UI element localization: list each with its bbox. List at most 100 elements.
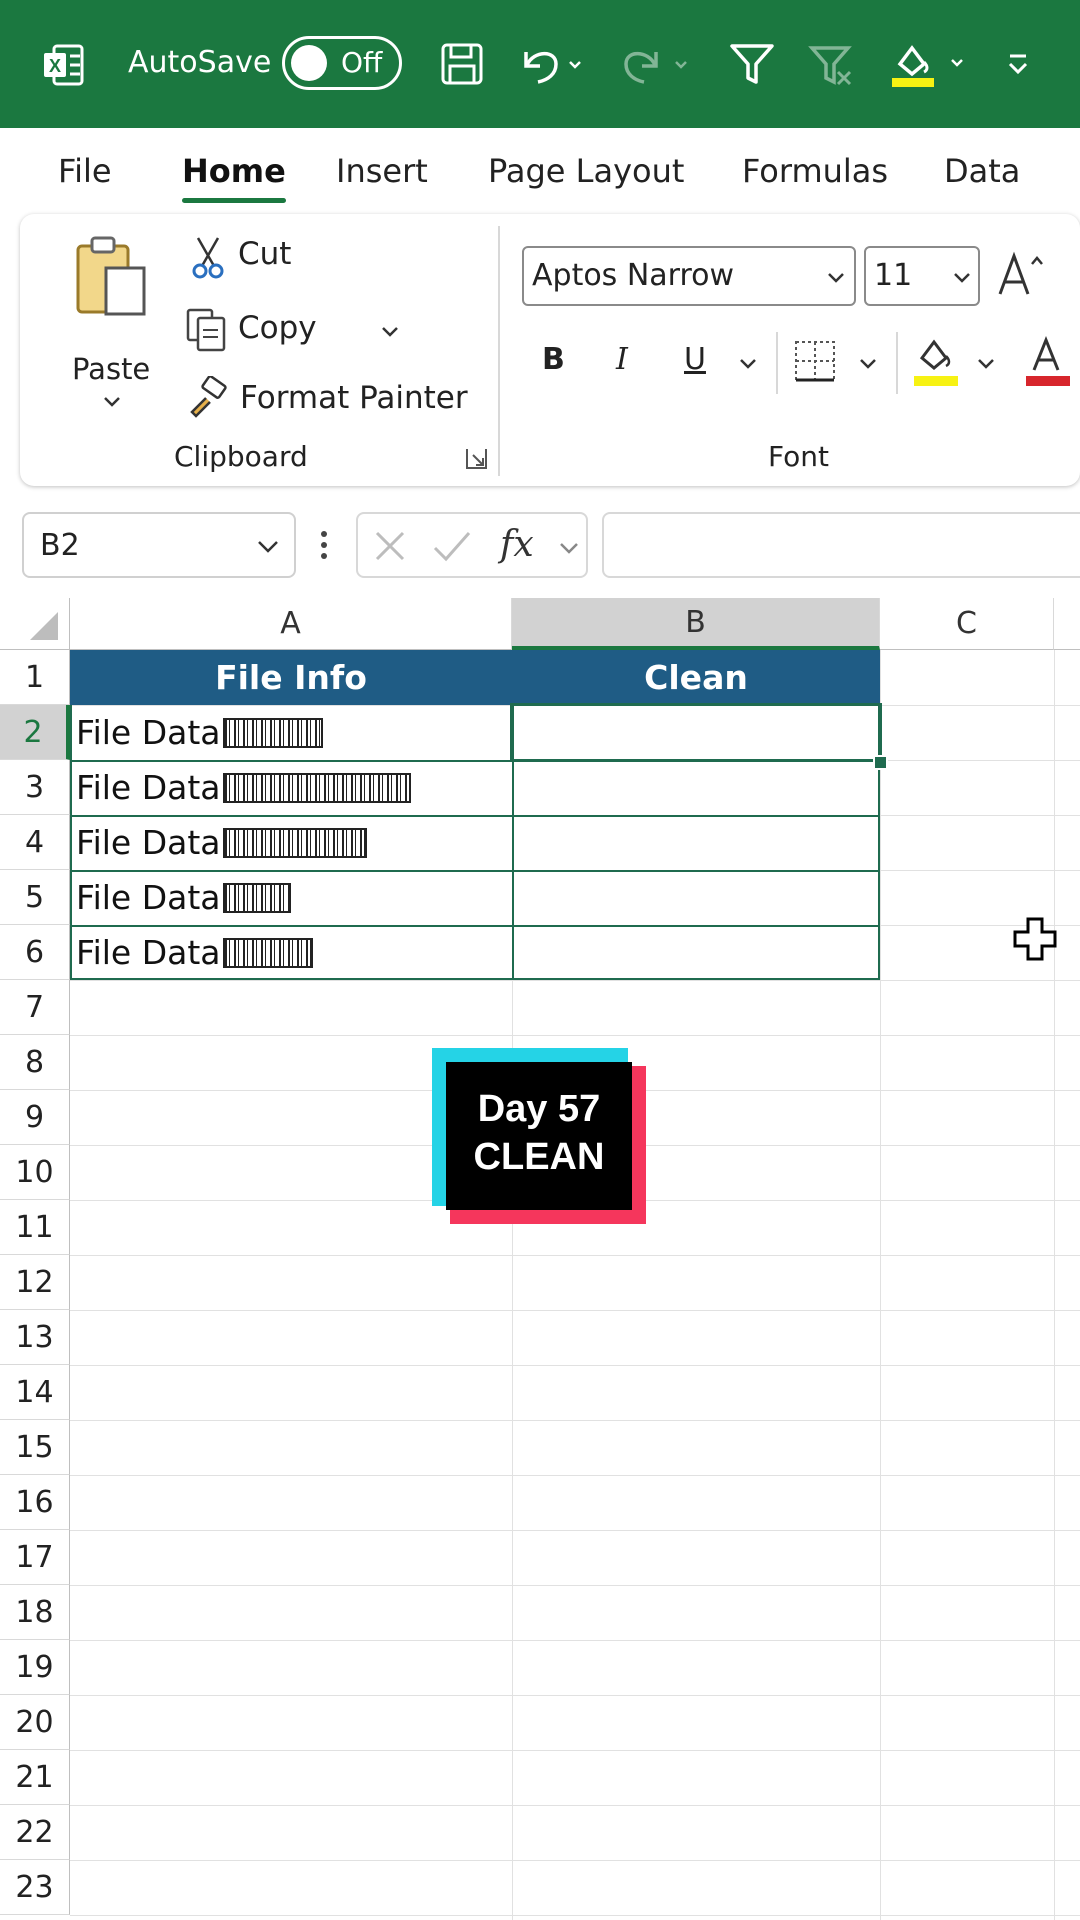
excel-logo-icon[interactable]: X bbox=[40, 42, 86, 88]
table-row[interactable]: File Data bbox=[70, 925, 512, 980]
increase-font-size-icon[interactable] bbox=[996, 250, 1046, 304]
fill-color-quick-icon[interactable] bbox=[888, 38, 978, 94]
select-all-corner[interactable] bbox=[0, 598, 70, 650]
formula-bar-options-icon[interactable] bbox=[320, 530, 328, 560]
redo-icon[interactable] bbox=[622, 40, 692, 90]
font-size-dropdown[interactable]: 11 bbox=[864, 246, 980, 306]
row-header[interactable]: 1 bbox=[0, 650, 70, 705]
clipboard-launcher-icon[interactable] bbox=[464, 446, 490, 476]
row-header[interactable]: 10 bbox=[0, 1145, 70, 1200]
row-header[interactable]: 22 bbox=[0, 1805, 70, 1860]
tab-home[interactable]: Home bbox=[182, 152, 286, 190]
row-header[interactable]: 3 bbox=[0, 760, 70, 815]
font-group-label: Font bbox=[768, 440, 829, 473]
copy-label: Copy bbox=[238, 310, 317, 346]
row-header[interactable]: 23 bbox=[0, 1860, 70, 1915]
format-painter-button[interactable]: Format Painter bbox=[184, 376, 484, 426]
row-header[interactable]: 4 bbox=[0, 815, 70, 870]
table-row[interactable]: File Data bbox=[70, 870, 512, 925]
tab-formulas[interactable]: Formulas bbox=[742, 152, 888, 190]
borders-dropdown-icon[interactable] bbox=[858, 356, 878, 372]
font-color-icon[interactable] bbox=[1024, 334, 1074, 392]
table-row[interactable]: File Data bbox=[70, 760, 512, 815]
filter-icon[interactable] bbox=[728, 40, 776, 92]
cell-b1-header[interactable]: Clean bbox=[512, 650, 880, 705]
paste-icon bbox=[76, 236, 146, 316]
bold-button[interactable]: B bbox=[542, 342, 565, 377]
row-header[interactable]: 19 bbox=[0, 1640, 70, 1695]
fill-color-dropdown-icon[interactable] bbox=[976, 356, 996, 372]
row-header[interactable]: 12 bbox=[0, 1255, 70, 1310]
cell-cursor-icon bbox=[1012, 916, 1058, 966]
tab-data[interactable]: Data bbox=[944, 152, 1020, 190]
row-header[interactable]: 13 bbox=[0, 1310, 70, 1365]
customize-toolbar-icon[interactable] bbox=[1006, 50, 1030, 82]
clear-filter-icon[interactable] bbox=[808, 42, 856, 94]
gridline bbox=[880, 650, 881, 1920]
cell-a1-header[interactable]: File Info bbox=[70, 650, 512, 705]
copy-dropdown-icon[interactable] bbox=[380, 324, 400, 340]
cell-a2: File Data bbox=[76, 713, 221, 752]
gridline bbox=[70, 1035, 1080, 1036]
row-header[interactable]: 20 bbox=[0, 1695, 70, 1750]
cell-a6: File Data bbox=[76, 933, 221, 972]
column-header-b[interactable]: B bbox=[512, 598, 880, 650]
borders-icon[interactable] bbox=[792, 338, 838, 388]
save-icon[interactable] bbox=[440, 42, 484, 90]
gridline bbox=[70, 1255, 1080, 1256]
unprintable-chars-glyph bbox=[222, 882, 291, 913]
insert-function-button[interactable]: fx bbox=[500, 524, 534, 565]
column-header-a[interactable]: A bbox=[70, 598, 512, 650]
chevron-down-icon[interactable] bbox=[558, 540, 580, 556]
column-header-d[interactable] bbox=[1054, 598, 1080, 650]
row-header[interactable]: 6 bbox=[0, 925, 70, 980]
fill-handle[interactable] bbox=[873, 755, 888, 770]
formula-input[interactable] bbox=[602, 512, 1080, 578]
autosave-toggle[interactable]: Off bbox=[282, 36, 402, 90]
badge-line2: CLEAN bbox=[473, 1136, 605, 1178]
row-header[interactable]: 7 bbox=[0, 980, 70, 1035]
cancel-icon[interactable] bbox=[372, 528, 408, 564]
row-header[interactable]: 2 bbox=[0, 705, 70, 760]
fill-color-icon[interactable] bbox=[912, 334, 962, 392]
font-name-dropdown[interactable]: Aptos Narrow bbox=[522, 246, 856, 306]
unprintable-chars-glyph bbox=[222, 717, 323, 748]
row-header[interactable]: 21 bbox=[0, 1750, 70, 1805]
tab-insert[interactable]: Insert bbox=[336, 152, 428, 190]
row-header[interactable]: 16 bbox=[0, 1475, 70, 1530]
active-cell-b2[interactable] bbox=[510, 703, 882, 762]
spreadsheet-grid[interactable]: A B C 1 2 3 4 5 6 7 8 9 10 11 12 13 14 1… bbox=[0, 598, 1080, 1920]
paste-label: Paste bbox=[72, 352, 151, 386]
row-header[interactable]: 9 bbox=[0, 1090, 70, 1145]
undo-icon[interactable] bbox=[516, 40, 586, 90]
tab-home-underline bbox=[182, 198, 286, 203]
table-row[interactable]: File Data bbox=[70, 815, 512, 870]
cut-button[interactable]: Cut bbox=[188, 234, 348, 284]
column-header-c[interactable]: C bbox=[880, 598, 1054, 650]
row-header[interactable]: 14 bbox=[0, 1365, 70, 1420]
row-header[interactable]: 11 bbox=[0, 1200, 70, 1255]
toggle-state-label: Off bbox=[341, 46, 383, 79]
paste-dropdown-icon[interactable] bbox=[102, 394, 122, 414]
row-header[interactable]: 17 bbox=[0, 1530, 70, 1585]
tab-file[interactable]: File bbox=[58, 152, 112, 190]
copy-button[interactable]: Copy bbox=[184, 306, 414, 356]
italic-button[interactable]: I bbox=[616, 342, 628, 377]
gridline bbox=[70, 1530, 1080, 1531]
paste-button[interactable]: Paste bbox=[60, 234, 164, 424]
tab-page-layout[interactable]: Page Layout bbox=[488, 152, 684, 190]
underline-dropdown-icon[interactable] bbox=[738, 356, 758, 372]
table-row[interactable]: File Data bbox=[70, 705, 512, 760]
cell-a5: File Data bbox=[76, 878, 221, 917]
format-painter-label: Format Painter bbox=[240, 380, 468, 416]
underline-button[interactable]: U bbox=[684, 342, 706, 377]
row-header[interactable]: 15 bbox=[0, 1420, 70, 1475]
gridline bbox=[70, 1585, 1080, 1586]
unprintable-chars-glyph bbox=[222, 827, 367, 858]
row-header[interactable]: 8 bbox=[0, 1035, 70, 1090]
badge-line1: Day 57 bbox=[477, 1088, 601, 1130]
row-header[interactable]: 5 bbox=[0, 870, 70, 925]
enter-check-icon[interactable] bbox=[432, 528, 472, 564]
row-header[interactable]: 18 bbox=[0, 1585, 70, 1640]
name-box[interactable]: B2 bbox=[22, 512, 296, 578]
